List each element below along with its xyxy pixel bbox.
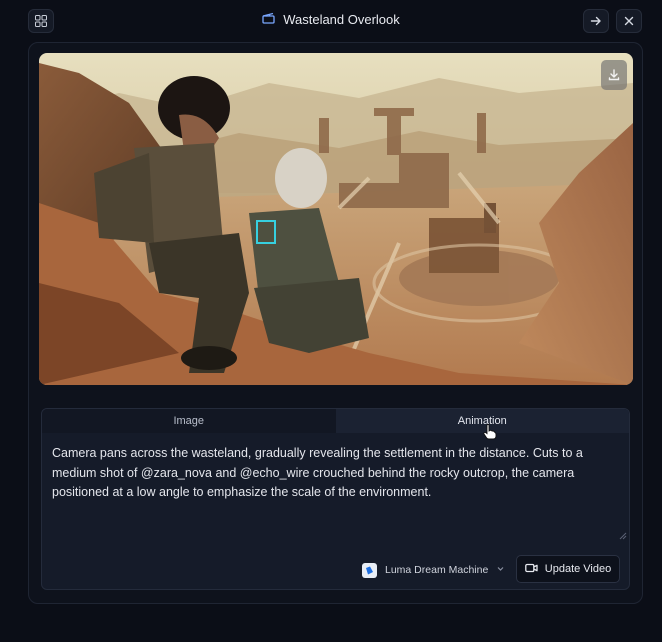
- wasteland-scene: [39, 53, 633, 385]
- update-video-button[interactable]: Update Video: [516, 555, 620, 583]
- title-text: Wasteland Overlook: [283, 12, 400, 27]
- tab-image[interactable]: Image: [42, 409, 336, 433]
- top-bar: Wasteland Overlook: [0, 0, 662, 42]
- arrow-right-icon[interactable]: [583, 9, 609, 33]
- update-video-label: Update Video: [544, 563, 612, 575]
- window-title: Wasteland Overlook: [0, 12, 662, 27]
- hand-cursor-icon: [483, 424, 497, 445]
- mode-tabs: Image Animation: [42, 409, 629, 433]
- close-icon[interactable]: [616, 9, 642, 33]
- chevron-down-icon: [496, 564, 505, 576]
- prompt-panel: Image Animation Camera pans across the w…: [41, 408, 630, 590]
- resize-handle-icon[interactable]: [619, 527, 627, 545]
- video-camera-icon: [524, 563, 538, 576]
- prompt-textarea[interactable]: Camera pans across the wasteland, gradua…: [52, 444, 618, 503]
- generated-image[interactable]: [39, 53, 633, 385]
- download-icon[interactable]: [601, 60, 627, 90]
- luma-logo-icon: [362, 562, 377, 578]
- clapperboard-icon: [262, 12, 275, 27]
- model-selector[interactable]: Luma Dream Machine: [362, 560, 505, 580]
- model-label: Luma Dream Machine: [385, 564, 489, 576]
